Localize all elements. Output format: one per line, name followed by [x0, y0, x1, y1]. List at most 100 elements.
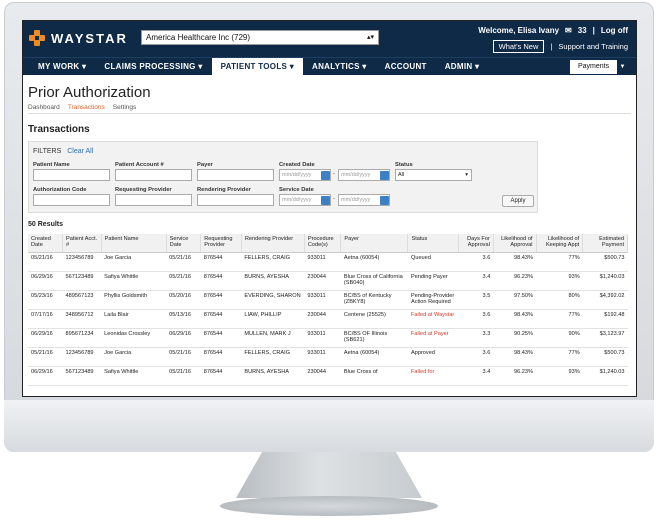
nav-analytics[interactable]: ANALYTICS ▾	[303, 58, 376, 76]
table-cell: 77%	[536, 252, 583, 272]
column-header[interactable]: Estimated Payment	[582, 234, 628, 253]
monitor-base	[220, 496, 438, 516]
filters-header: FILTERS Clear All	[33, 148, 93, 155]
table-cell: 933011	[304, 290, 341, 310]
column-header[interactable]: Payer	[340, 234, 409, 253]
calendar-icon[interactable]	[321, 196, 330, 205]
table-row[interactable]: 07/17/16 348956712 Laila Blair 05/13/16 8765…	[28, 309, 628, 329]
table-row[interactable]: 06/29/16 567123489 Safiya Whittle 05/21/16 8…	[28, 366, 628, 386]
table-cell: 933011	[304, 328, 341, 348]
column-header[interactable]: Days For Approval	[458, 234, 494, 253]
patient-name-input[interactable]	[33, 169, 110, 181]
table-row[interactable]: 05/23/16 489567123 Phyllis Goldsmith 05/20/…	[28, 290, 628, 310]
mail-icon[interactable]: ✉	[565, 26, 572, 35]
column-header[interactable]: Patient Acct. #	[62, 234, 102, 253]
table-cell: 230044	[304, 309, 341, 329]
column-header[interactable]: Service Date	[166, 234, 202, 253]
status-label: Status	[395, 162, 413, 168]
table-cell: Joe Garcia	[101, 347, 167, 367]
table-row[interactable]: 05/21/16 123456789 Joe Garcia 05/21/16 87654…	[28, 252, 628, 272]
table-cell: Leonidas Crossley	[101, 328, 167, 348]
section-title: Transactions	[28, 124, 90, 135]
organization-select[interactable]: America Healthcare Inc (729) ▴▾	[141, 30, 379, 45]
patient-name-label: Patient Name	[33, 162, 70, 168]
tab-transactions[interactable]: Transactions	[68, 104, 105, 111]
divider: |	[550, 42, 553, 51]
table-cell: 96.23%	[493, 271, 536, 291]
service-date-label: Service Date	[279, 187, 314, 193]
table-row[interactable]: 06/29/16 567123489 Safiya Whittle 05/21/16 8…	[28, 271, 628, 291]
authorization-code-input[interactable]	[33, 194, 110, 206]
rendering-provider-input[interactable]	[197, 194, 274, 206]
table-cell: 98.43%	[493, 347, 536, 367]
table-row[interactable]: 05/21/16 123456789 Joe Garcia 05/21/16 87654…	[28, 347, 628, 367]
table-cell: FELLERS, CRAIG	[241, 347, 305, 367]
table-cell: BC/BS OF Illinois (SB621)	[340, 328, 408, 348]
nav-label: CLAIMS PROCESSING	[104, 61, 196, 71]
table-cell: 05/21/16	[166, 271, 201, 291]
table-cell: Laila Blair	[101, 309, 167, 329]
payer-label: Payer	[197, 162, 213, 168]
table-cell: 98.43%	[493, 252, 536, 272]
nav-my-work[interactable]: MY WORK ▾	[29, 58, 95, 76]
brand-name: WAYSTAR	[51, 30, 128, 46]
column-header[interactable]: Likelihood of Approval	[493, 234, 537, 253]
nav-account[interactable]: ACCOUNT	[376, 58, 436, 76]
table-cell: Approved	[407, 347, 459, 367]
table-cell: Queued	[407, 252, 459, 272]
table-cell: Aetna (60054)	[340, 252, 408, 272]
patient-account-input[interactable]	[115, 169, 192, 181]
table-cell: LIAW, PHILLIP	[241, 309, 305, 329]
column-header[interactable]: Procedure Code(s)	[304, 234, 342, 253]
nav-admin[interactable]: ADMIN ▾	[436, 58, 489, 76]
column-header[interactable]: Rendering Provider	[241, 234, 305, 253]
clear-all-link[interactable]: Clear All	[67, 148, 93, 155]
table-cell: 876544	[200, 290, 242, 310]
column-header[interactable]: Created Date	[28, 234, 64, 253]
top-bar: WAYSTAR America Healthcare Inc (729) ▴▾ …	[23, 21, 636, 57]
payer-input[interactable]	[197, 169, 274, 181]
payments-dropdown[interactable]: Payments ▼	[570, 60, 628, 74]
table-cell: 90%	[536, 328, 583, 348]
requesting-provider-input[interactable]	[115, 194, 192, 206]
monitor-stand	[236, 452, 422, 498]
calendar-icon[interactable]	[321, 171, 330, 180]
mail-count[interactable]: 33	[578, 26, 587, 35]
table-cell: Pending Payer	[407, 271, 459, 291]
calendar-icon[interactable]	[380, 171, 389, 180]
apply-button[interactable]: Apply	[502, 195, 534, 207]
logout-link[interactable]: Log off	[601, 26, 628, 35]
table-cell: 77%	[536, 309, 583, 329]
table-cell: 05/21/16	[166, 347, 201, 367]
table-cell: Safiya Whittle	[101, 271, 167, 291]
table-cell: Centene (25525)	[340, 309, 408, 329]
nav-label: MY WORK	[38, 61, 80, 71]
logo[interactable]: WAYSTAR	[29, 30, 128, 46]
status-select[interactable]: All ▾	[395, 169, 472, 181]
table-cell: 230044	[304, 366, 341, 386]
tab-dashboard[interactable]: Dashboard	[28, 104, 60, 111]
nav-claims-processing[interactable]: CLAIMS PROCESSING ▾	[95, 58, 211, 76]
nav-patient-tools[interactable]: PATIENT TOOLS ▾	[211, 57, 304, 76]
monitor-chin	[4, 400, 654, 452]
welcome-text: Welcome, Elisa Ivany	[478, 26, 560, 35]
column-header[interactable]: Patient Name	[101, 234, 167, 253]
table-cell: Pending-Provider Action Required	[407, 290, 459, 310]
whats-new-button[interactable]: What's New	[492, 40, 545, 53]
table-cell: 230044	[304, 271, 341, 291]
column-header[interactable]: Likelihood of Keeping Appt	[536, 234, 584, 253]
filters-panel: FILTERS Clear All Patient Name Patient A…	[28, 141, 538, 213]
tab-settings[interactable]: Settings	[113, 104, 137, 111]
table-cell: 3.4	[458, 271, 494, 291]
column-header[interactable]: Status	[407, 234, 460, 253]
date-separator: -	[333, 196, 335, 202]
table-row[interactable]: 06/29/16 895671234 Leonidas Crossley 06/29/…	[28, 328, 628, 348]
waystar-logo-icon	[29, 30, 45, 46]
table-cell: 895671234	[62, 328, 102, 348]
table-cell: 3.3	[458, 328, 494, 348]
calendar-icon[interactable]	[380, 196, 389, 205]
table-cell: $3,123.97	[582, 328, 628, 348]
support-link[interactable]: Support and Training	[558, 42, 628, 51]
table-cell: 567123489	[62, 271, 102, 291]
column-header[interactable]: Requesting Provider	[200, 234, 242, 253]
